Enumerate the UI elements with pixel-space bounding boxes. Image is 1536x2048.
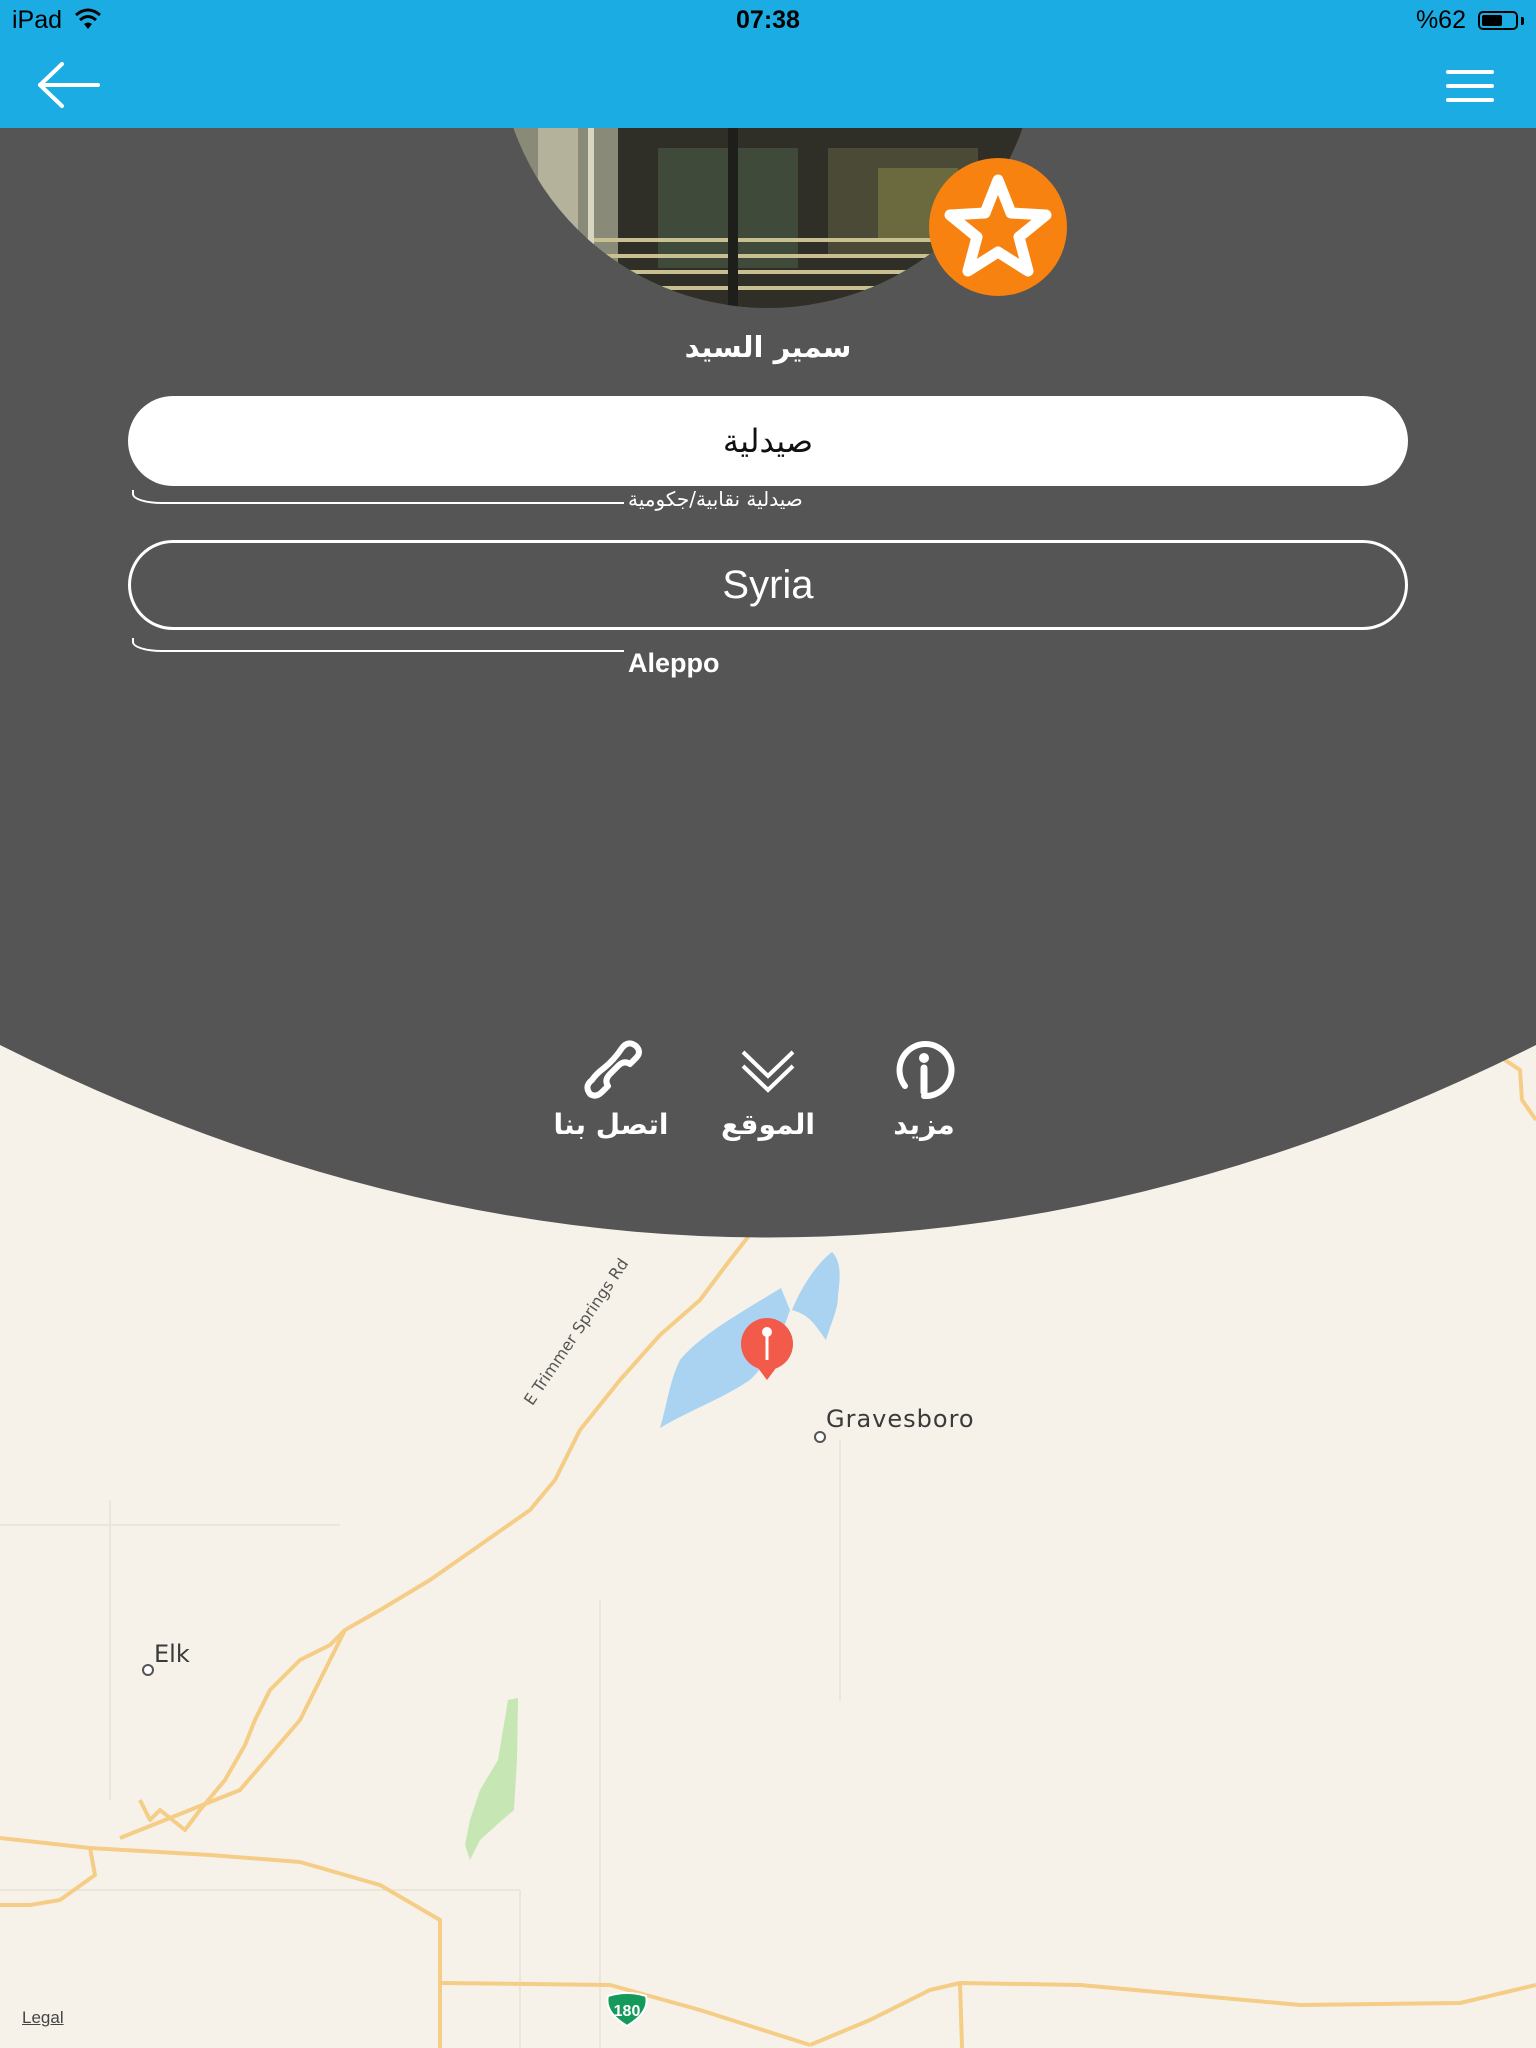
status-bar: iPad 07:38 %62 [0,0,1536,42]
clock: 07:38 [736,6,800,34]
category-pill[interactable]: صيدلية [128,396,1408,486]
country-pill[interactable]: Syria [128,540,1408,630]
favorite-button[interactable] [929,158,1067,296]
back-arrow-icon [38,62,100,108]
divider [132,638,624,652]
place-label-elk: Elk [154,1640,190,1668]
category-subtitle: صيدلية نقابية/جكومية [628,487,803,511]
divider [132,490,624,504]
more-label: مزيد [893,1108,955,1141]
user-name: سمير السيد [684,330,852,364]
battery-icon [1478,11,1518,30]
place-label-gravesboro: Gravesboro [826,1405,975,1433]
info-icon [896,1041,955,1100]
country-label: Syria [722,562,814,607]
navigation-bar [0,42,1536,128]
category-label: صيدلية [722,422,814,460]
city-label: Aleppo [628,648,720,678]
chevron-down-icon [741,1050,795,1093]
more-button[interactable]: مزيد [859,1040,989,1141]
menu-button[interactable] [1442,64,1498,108]
phone-icon [584,1040,642,1099]
location-button[interactable]: الموقع [703,1040,833,1141]
battery-tip [1521,17,1524,25]
hamburger-menu-icon [1446,70,1494,102]
back-button[interactable] [34,60,104,110]
battery-level [1482,15,1502,26]
route-shield-icon: 180 [606,1992,648,2028]
location-pin-icon[interactable] [738,1318,796,1382]
legal-link[interactable]: Legal [22,2008,64,2028]
star-icon [944,174,1052,277]
call-us-label: اتصل بنا [553,1108,669,1141]
battery-percent: %62 [1415,6,1466,34]
call-us-button[interactable]: اتصل بنا [546,1040,676,1141]
location-label: الموقع [721,1108,815,1141]
route-shield-number: 180 [614,2003,641,2020]
